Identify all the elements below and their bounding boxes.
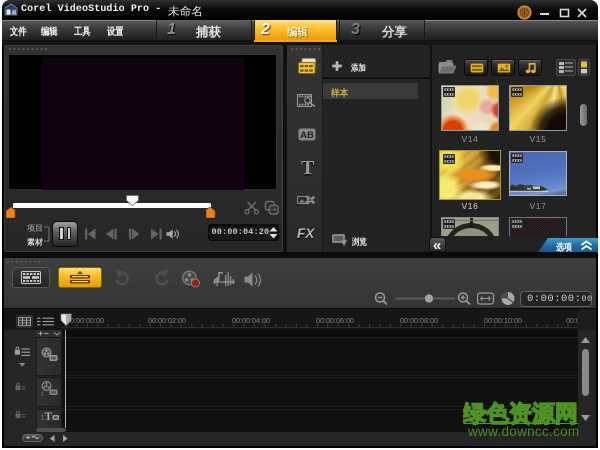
svg-text:AB: AB [300, 130, 314, 141]
svg-text:1: 1 [41, 392, 44, 397]
svg-text:T: T [45, 411, 53, 422]
